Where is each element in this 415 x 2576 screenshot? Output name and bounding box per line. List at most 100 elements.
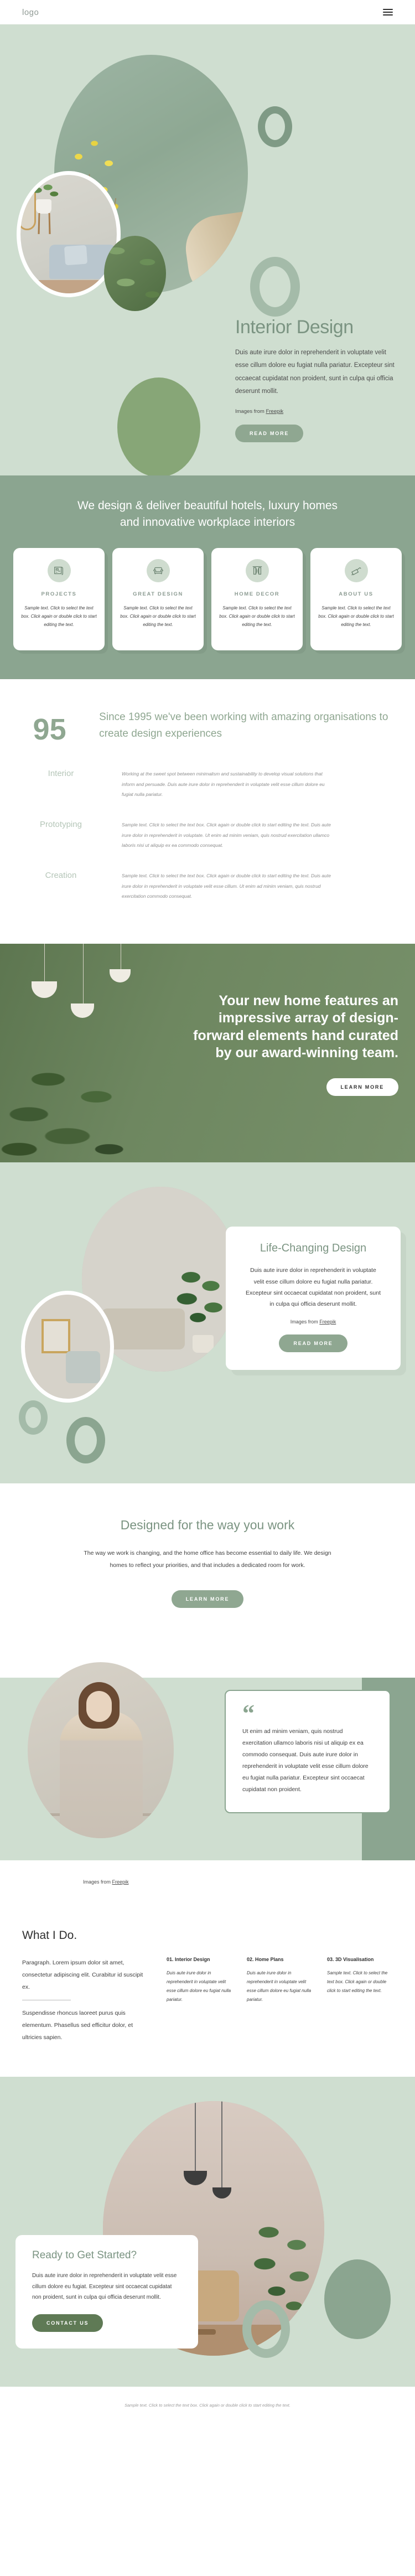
work-learn-more-button[interactable]: LEARN MORE (171, 1590, 244, 1608)
feature-card-text: Sample text. Click to select the text bo… (120, 605, 196, 628)
fern-decor (104, 236, 166, 311)
plant-pot-decor (193, 1335, 214, 1353)
banner-plants-decor (0, 944, 160, 1163)
stats-row: Prototyping Sample text. Click to select… (22, 820, 393, 851)
feature-card[interactable]: GREAT DESIGN Sample text. Click to selec… (112, 547, 204, 650)
chair-decor (66, 1351, 100, 1384)
lamp-cord-2 (83, 944, 84, 1005)
work-body: The way we work is changing, and the hom… (84, 1550, 331, 1569)
testimonial-card: “ Ut enim ad minim veniam, quis nostrud … (225, 1690, 391, 1813)
decor-ring-6 (242, 2300, 290, 2358)
feature-card-text: Sample text. Click to select the text bo… (219, 605, 295, 628)
credit-link[interactable]: Freepik (266, 408, 283, 415)
stats-row-label: Interior (48, 768, 74, 778)
picture-frame-decor (42, 1319, 70, 1354)
service-column: 02. Home Plans Duis aute irure dolor in … (247, 1957, 313, 2044)
life-design-card: Life-Changing Design Duis aute irure dol… (226, 1227, 401, 1370)
service-text: Duis aute irure dolor in reprehenderit i… (247, 1970, 312, 2003)
stats-heading: Since 1995 we've been working with amazi… (99, 711, 388, 740)
hero-image-credit: Images from Freepik (235, 408, 396, 415)
hamburger-menu-icon[interactable] (383, 9, 393, 15)
stats-row-label: Prototyping (40, 819, 82, 829)
stats-row-text: Working at the sweet spot between minima… (122, 770, 325, 798)
feature-card-title: ABOUT US (339, 591, 374, 597)
life-image-credit: Images from Freepik (245, 1319, 382, 1325)
stats-header-row: 95 Since 1995 we've been working with am… (22, 709, 393, 744)
hero-body-text: Duis aute irure dolor in reprehenderit i… (235, 349, 395, 395)
decor-disc-1 (117, 377, 200, 475)
cta-card: Ready to Get Started? Duis aute irure do… (15, 2235, 198, 2349)
feature-card-list: PROJECTS Sample text. Click to select th… (0, 547, 415, 650)
site-header: logo (0, 0, 415, 24)
testimonial-image-credit: Images from Freepik (83, 1879, 129, 1885)
hero-read-more-button[interactable]: READ MORE (235, 424, 304, 442)
plant-stand-decor (38, 213, 51, 234)
credit-link[interactable]: Freepik (112, 1879, 129, 1885)
paint-roller-icon (344, 558, 368, 582)
banner-learn-more-button[interactable]: LEARN MORE (326, 1078, 398, 1096)
face-decor (86, 1691, 112, 1722)
what-i-do-intro: Paragraph. Lorem ipsum dolor sit amet, c… (22, 1957, 152, 2044)
feature-card[interactable]: HOME DECOR Sample text. Click to select … (211, 547, 303, 650)
feature-card[interactable]: ABOUT US Sample text. Click to select th… (310, 547, 402, 650)
lamp-cord-1 (44, 944, 45, 983)
banner-copy: Your new home features an impressive arr… (177, 992, 398, 1096)
quote-mark-icon: “ (242, 1700, 255, 1727)
decor-ring-1 (258, 106, 292, 147)
logo[interactable]: logo (22, 8, 39, 17)
life-design-title: Life-Changing Design (260, 1242, 367, 1255)
life-read-more-button[interactable]: READ MORE (279, 1334, 347, 1352)
stats-row-label: Creation (45, 871, 77, 880)
decor-ring-4 (66, 1417, 105, 1464)
stats-row: Interior Working at the sweet spot betwe… (22, 769, 393, 800)
stats-section: 95 Since 1995 we've been working with am… (0, 679, 415, 944)
life-design-body: Duis aute irure dolor in reprehenderit i… (246, 1267, 381, 1308)
decor-ring-2 (250, 257, 300, 317)
person-decor (60, 1711, 143, 1839)
footer-text: Sample text. Click to select the text bo… (124, 2403, 290, 2408)
plant-leaves-decor (29, 183, 60, 201)
what-i-do-intro-1: Paragraph. Lorem ipsum dolor sit amet, c… (22, 1959, 143, 1991)
hero-copy: Interior Design Duis aute irure dolor in… (235, 317, 396, 442)
credit-link[interactable]: Freepik (319, 1319, 336, 1325)
banner-heading: Your new home features an impressive arr… (193, 993, 398, 1061)
feature-card-title: GREAT DESIGN (133, 591, 183, 597)
cta-contact-button[interactable]: CONTACT US (32, 2314, 103, 2332)
hero-tertiary-image (104, 236, 166, 311)
floor-decor (20, 280, 117, 293)
what-i-do-section: What I Do. Paragraph. Lorem ipsum dolor … (0, 1923, 415, 2077)
lamp-cord-4 (195, 2101, 196, 2174)
armchair-icon (146, 558, 170, 582)
service-heading: 02. Home Plans (247, 1957, 284, 1963)
cushion-decor (64, 245, 88, 266)
service-column: 01. Interior Design Duis aute irure dolo… (167, 1957, 232, 2044)
site-footer: Sample text. Click to select the text bo… (0, 2387, 415, 2427)
stats-row: Creation Sample text. Click to select th… (22, 871, 393, 902)
life-secondary-image (21, 1291, 114, 1403)
decor-ring-3 (19, 1400, 48, 1435)
sofa-decor (102, 1308, 185, 1350)
banner-section: Your new home features an impressive arr… (0, 944, 415, 1163)
lamp-cord-5 (221, 2101, 222, 2190)
landing-page: logo Interior Design Duis aute irure dol… (0, 0, 415, 2427)
feature-card[interactable]: PROJECTS Sample text. Click to select th… (13, 547, 105, 650)
plant-pot-decor (36, 199, 51, 214)
testimonial-section: “ Ut enim ad minim veniam, quis nostrud … (0, 1647, 415, 1924)
what-i-do-title: What I Do. (22, 1929, 77, 1942)
plant-decor (176, 1269, 226, 1341)
service-heading: 01. Interior Design (167, 1957, 210, 1963)
credit-prefix: Images from (83, 1879, 112, 1885)
credit-prefix: Images from (290, 1318, 320, 1325)
cta-title: Ready to Get Started? (32, 2249, 137, 2262)
decor-disc-2 (324, 2259, 391, 2340)
feature-card-title: PROJECTS (41, 591, 77, 597)
fan-decor (181, 211, 248, 293)
stats-number: 95 (33, 712, 66, 746)
cta-body: Duis aute irure dolor in reprehenderit i… (32, 2273, 177, 2301)
stats-row-text: Sample text. Click to select the text bo… (122, 873, 331, 899)
service-column: 03. 3D Visualisation Sample text. Click … (327, 1957, 393, 2044)
service-heading: 03. 3D Visualisation (327, 1957, 374, 1963)
testimonial-text: Ut enim ad minim veniam, quis nostrud ex… (242, 1727, 369, 1793)
stats-row-text: Sample text. Click to select the text bo… (122, 821, 331, 849)
what-i-do-intro-2: Suspendisse rhoncus laoreet purus quis e… (22, 2010, 133, 2041)
